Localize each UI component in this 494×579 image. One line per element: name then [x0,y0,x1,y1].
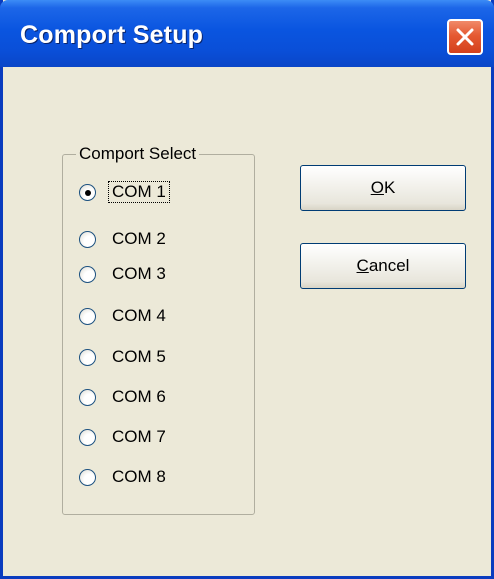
radio-com8[interactable]: COM 8 [79,465,229,491]
window-title: Comport Setup [20,21,204,49]
comport-select-groupbox [62,154,255,515]
radio-com7[interactable]: COM 7 [79,425,229,451]
radio-label: COM 4 [112,306,166,325]
title-bar[interactable]: Comport Setup [0,0,494,67]
radio-com3[interactable]: COM 3 [79,262,229,288]
radio-label: COM 7 [112,427,166,446]
cancel-mnemonic: C [356,256,369,275]
radio-com5[interactable]: COM 5 [79,345,229,371]
radio-button-circle[interactable] [79,184,96,201]
comport-select-label: Comport Select [76,144,200,164]
radio-com4[interactable]: COM 4 [79,304,229,330]
radio-label: COM 8 [112,467,166,486]
radio-selected-dot [85,190,91,196]
cancel-button[interactable]: Cancel [300,243,466,289]
radio-label: COM 2 [112,229,166,248]
radio-button-circle[interactable] [79,231,96,248]
cancel-label-rest: ancel [368,256,410,275]
radio-label: COM 1 [108,181,170,203]
radio-label: COM 3 [112,264,166,283]
radio-button-circle[interactable] [79,266,96,283]
radio-com6[interactable]: COM 6 [79,385,229,411]
radio-com1[interactable]: COM 1 [79,180,229,206]
ok-mnemonic: O [370,178,384,197]
ok-label-rest: K [383,178,396,197]
radio-button-circle[interactable] [79,469,96,486]
radio-label: COM 6 [112,387,166,406]
radio-com2[interactable]: COM 2 [79,227,229,253]
ok-button[interactable]: OK [300,165,466,211]
radio-button-circle[interactable] [79,429,96,446]
radio-button-circle[interactable] [79,389,96,406]
close-button[interactable] [447,19,483,55]
radio-button-circle[interactable] [79,308,96,325]
radio-button-circle[interactable] [79,349,96,366]
radio-label: COM 5 [112,347,166,366]
comport-setup-dialog: Comport Setup Comport Select COM 1 COM 2… [0,0,494,579]
